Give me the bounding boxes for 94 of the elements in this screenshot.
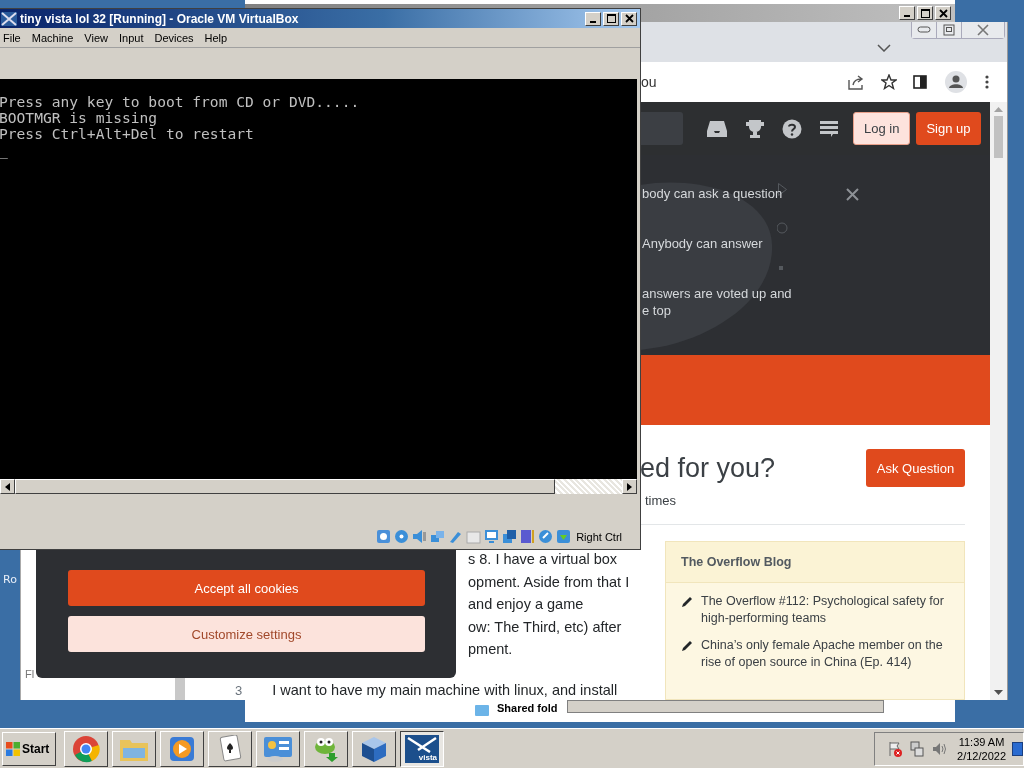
question-text-line: I want to have my main machine with linux, and install [272, 681, 618, 698]
menu-item[interactable]: View [84, 31, 108, 44]
taskbar-app-button[interactable] [304, 730, 348, 767]
trophy-icon[interactable] [745, 118, 765, 139]
question-text-line: ow: The Third, etc) after [468, 617, 623, 637]
file-name[interactable]: Shared fold [497, 702, 559, 714]
menu-item[interactable]: Devices [154, 31, 194, 44]
star-icon[interactable] [881, 74, 897, 90]
desktop-icon-label[interactable]: Ro [3, 573, 17, 586]
hero-text-line: Anybody can answer [642, 235, 763, 252]
monitor-icon[interactable] [484, 529, 500, 544]
question-text-line: and enjoy a game [468, 595, 585, 614]
question-text-line: pment. [468, 640, 514, 659]
host-key-label: Right Ctrl [576, 530, 622, 543]
flag-error-icon[interactable] [887, 740, 904, 757]
log-in-button[interactable]: Log in [853, 112, 911, 145]
close-icon [938, 8, 948, 18]
address-text[interactable]: ou [640, 74, 657, 90]
nav-item[interactable]: Fl [25, 668, 35, 680]
minimize-icon [917, 26, 931, 34]
arrow-right-icon[interactable] [627, 482, 632, 491]
show-desktop-button[interactable] [1012, 741, 1023, 756]
windows-icon[interactable] [502, 529, 518, 544]
taskbar-app-button[interactable] [160, 730, 204, 767]
clock-date[interactable]: 2/12/2022 [957, 748, 1006, 763]
restore-icon [943, 24, 955, 36]
menu-item[interactable]: File [3, 31, 21, 44]
clock-time[interactable]: 11:39 AM [958, 734, 1005, 749]
start-button[interactable]: Start [2, 731, 56, 766]
taskbar-app-button[interactable] [256, 730, 300, 767]
arrow-down-icon[interactable] [994, 690, 1003, 696]
maximize-button[interactable] [603, 11, 619, 26]
close-icon [846, 188, 859, 201]
avatar-icon[interactable] [945, 71, 967, 93]
question-text-line: s 8. I have a virtual box [468, 550, 619, 569]
maximize-icon [920, 8, 930, 18]
restore-button[interactable] [937, 22, 962, 38]
close-icon [624, 14, 634, 23]
blog-link[interactable]: China’s only female Apache member on the rise of open source in China (Ep. 414) [701, 637, 949, 671]
arrow-left-icon[interactable] [5, 482, 10, 491]
disc-icon[interactable] [394, 529, 410, 544]
page-heading: ed for you? [640, 452, 776, 484]
taskbar-app-button[interactable] [112, 730, 156, 767]
accept-cookies-button[interactable]: Accept all cookies [68, 570, 425, 606]
pencil-icon [681, 596, 693, 608]
mouse-icon[interactable] [538, 529, 554, 544]
menu-item[interactable]: Help [204, 31, 228, 44]
cube-icon [360, 734, 388, 763]
scrollbar[interactable] [990, 102, 1007, 700]
chevron-down-icon[interactable] [877, 44, 891, 52]
scrollbar[interactable] [0, 479, 637, 494]
search-field[interactable] [640, 112, 683, 145]
play-icon [168, 734, 196, 763]
chat-icon[interactable] [819, 119, 839, 138]
menu-item[interactable]: Input [118, 31, 144, 44]
control-panel-icon [263, 734, 293, 763]
help-icon[interactable] [782, 118, 802, 139]
pencil-icon [681, 640, 693, 652]
scrollbar[interactable] [175, 678, 185, 700]
taskbar-app-button[interactable] [208, 730, 252, 767]
viewed-count: times [644, 492, 678, 508]
browser-icon [72, 734, 100, 763]
minimize-icon [590, 20, 596, 23]
maximize-button[interactable] [917, 6, 933, 20]
share-icon[interactable] [847, 74, 865, 90]
customize-settings-button[interactable]: Customize settings [68, 616, 425, 652]
close-icon [976, 24, 990, 36]
minimize-icon [904, 15, 910, 17]
blog-link[interactable]: The Overflow #112: Psychological safety for high-performing teams [701, 593, 949, 627]
inbox-icon[interactable] [706, 119, 728, 138]
hero-text-line: answers are voted up and [642, 285, 792, 302]
scrollbar[interactable] [567, 700, 884, 713]
taskbar-app-button[interactable] [352, 730, 396, 767]
side-panel-icon[interactable] [913, 75, 927, 89]
taskbar-app-button[interactable] [64, 730, 108, 767]
console-text-line: Press any key to boot from CD or DVD..... [0, 94, 361, 110]
vote-count: 3 [235, 682, 243, 698]
menu-item[interactable]: Machine [31, 31, 74, 44]
ask-question-button[interactable]: Ask Question [866, 449, 965, 487]
maximize-icon [606, 14, 616, 23]
console-text-line: BOOTMGR is missing [0, 110, 159, 126]
hero-text-line: body can ask a question [642, 185, 783, 202]
app-icon [1, 10, 17, 27]
blog-heading: The Overflow Blog [666, 542, 964, 583]
scrollbar-thumb[interactable] [994, 116, 1003, 158]
menu-icon[interactable] [985, 75, 989, 89]
window-title: tiny vista lol 32 [Running] - Oracle VM VirtualBox [20, 11, 299, 26]
question-text-line: opment. Aside from that I [468, 572, 631, 592]
chip-icon[interactable] [520, 529, 536, 544]
console-text-line: Press Ctrl+Alt+Del to restart [0, 126, 255, 142]
sign-up-button[interactable]: Sign up [916, 112, 981, 145]
network-icon[interactable] [909, 740, 926, 757]
windows-flag-icon [6, 741, 20, 756]
hero-text-line: e top [642, 302, 672, 319]
